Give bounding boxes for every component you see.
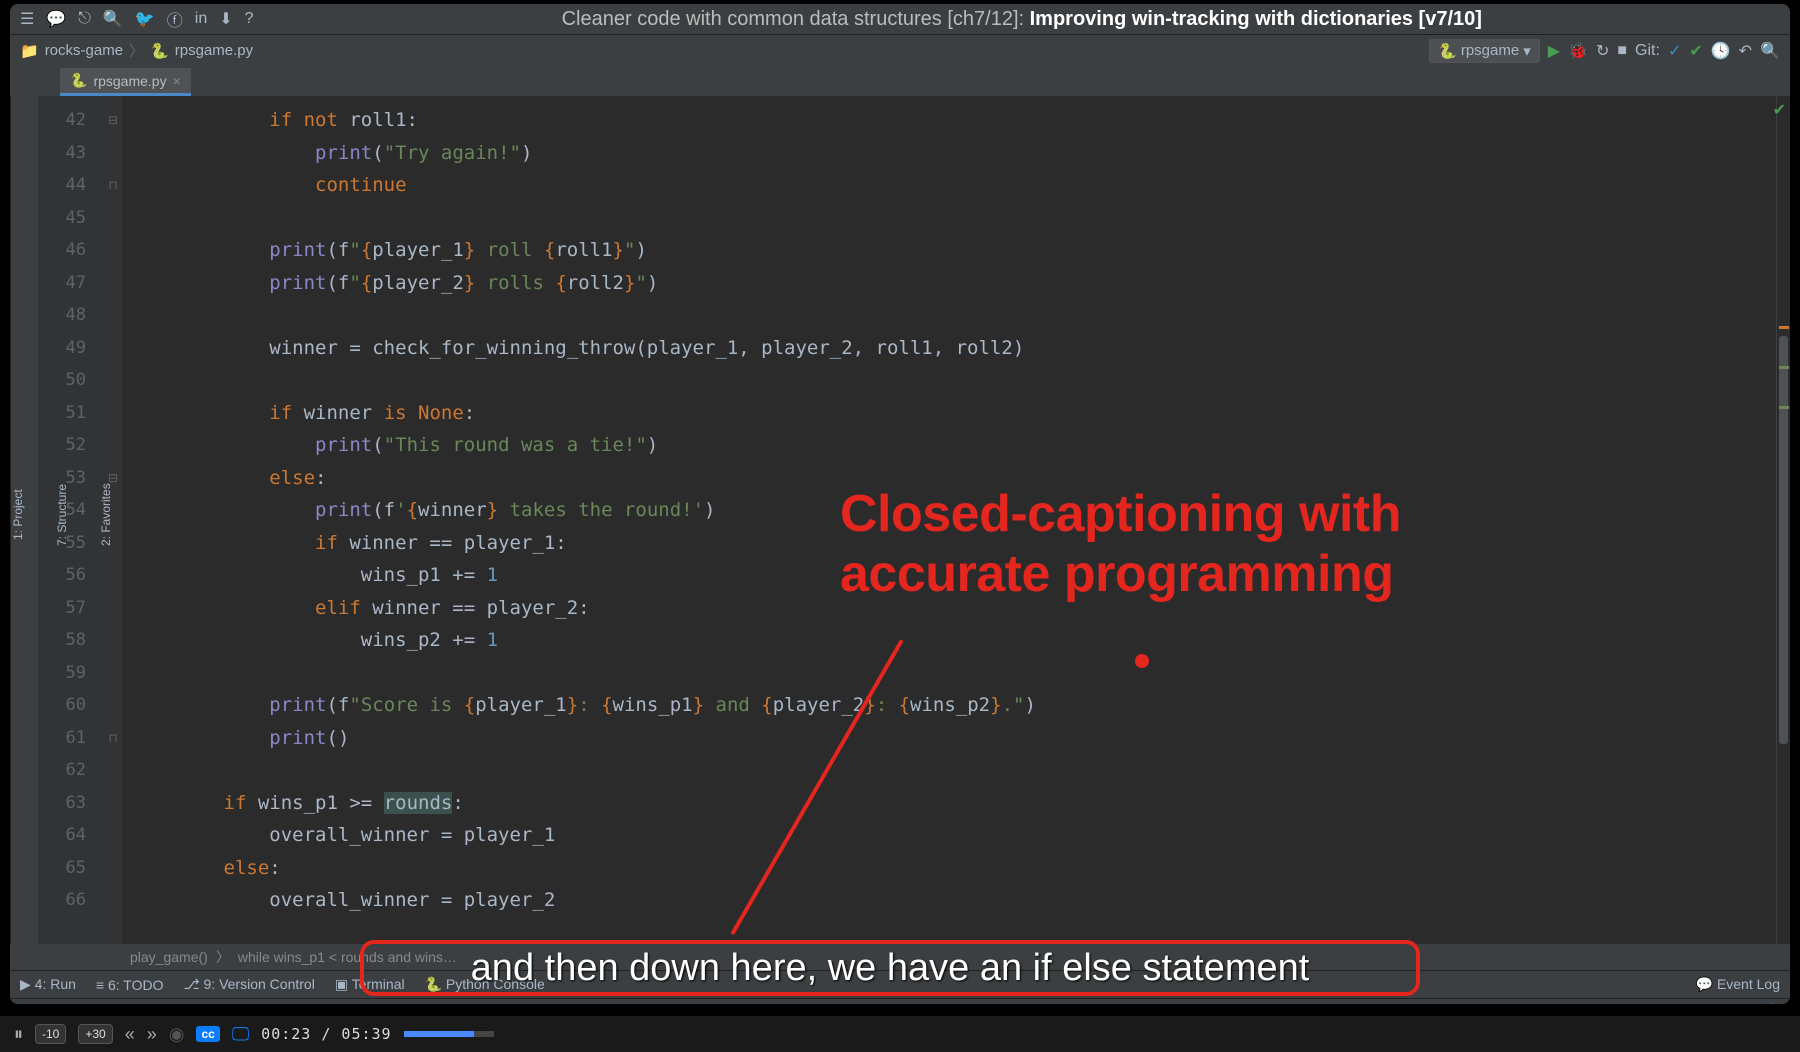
close-icon[interactable]: × bbox=[173, 73, 181, 89]
prev-icon[interactable]: « bbox=[125, 1024, 135, 1045]
twitter-icon[interactable]: 🐦 bbox=[135, 9, 155, 29]
run-icon[interactable]: ▶ bbox=[1548, 41, 1560, 61]
tool-todo[interactable]: ≡ 6: TODO bbox=[96, 977, 164, 993]
chevron-down-icon: ▾ bbox=[1523, 42, 1531, 60]
breadcrumb-folder: rocks-game bbox=[45, 42, 123, 59]
debug-icon[interactable]: 🐞 bbox=[1568, 41, 1588, 61]
help-icon[interactable]: ? bbox=[245, 10, 254, 28]
window-title: Cleaner code with common data structures… bbox=[264, 8, 1780, 31]
pause-icon[interactable]: ⏸ bbox=[14, 1024, 23, 1045]
inspector-icon[interactable]: 👤 bbox=[1763, 1003, 1780, 1004]
video-controls: ⏸ -10 +30 « » ◉ cc 🖵 00:23 / 05:39 bbox=[0, 1016, 1800, 1052]
status-commit-message: 7 files committed: RPS with dictionary bbox=[44, 1004, 278, 1005]
file-tab-rpsgame[interactable]: 🐍 rpsgame.py × bbox=[60, 68, 191, 96]
commit-icon[interactable]: ✔ bbox=[1689, 41, 1702, 61]
annotation-arrow-head bbox=[1135, 654, 1149, 668]
closed-caption: and then down here, we have an if else s… bbox=[360, 940, 1420, 996]
editor-scrollbar[interactable]: ✔ bbox=[1776, 96, 1790, 944]
status-git-branch[interactable]: Git: master bbox=[1568, 1004, 1636, 1005]
nav-bar: 📁 rocks-game 〉 🐍 rpsgame.py 🐍 rpsgame ▾ … bbox=[10, 34, 1790, 66]
rerun-icon[interactable]: ↻ bbox=[1596, 41, 1609, 61]
chevron-right-icon: 〉 bbox=[129, 40, 144, 61]
github-icon[interactable]: ⎋ bbox=[78, 10, 91, 28]
folder-icon: 📁 bbox=[20, 42, 39, 60]
back-10-button[interactable]: -10 bbox=[35, 1024, 66, 1044]
next-icon[interactable]: » bbox=[147, 1024, 157, 1045]
lock-icon[interactable]: 🔒 bbox=[1731, 1003, 1748, 1004]
ide-titlebar: ☰ 💬 ⎋ 🔍 🐦 ⓕ in ⬇ ? Cleaner code with com… bbox=[10, 4, 1790, 34]
linkedin-icon[interactable]: in bbox=[195, 10, 207, 28]
tool-structure[interactable]: 7: Structure bbox=[55, 484, 69, 546]
line-number-gutter[interactable]: 42 43 44 45 46 47 48 49 50 51 52 53 54 5… bbox=[38, 96, 104, 944]
disc-icon[interactable]: ◉ bbox=[169, 1024, 185, 1045]
breadcrumb-file: rpsgame.py bbox=[175, 42, 253, 59]
git-label: Git: bbox=[1635, 42, 1660, 60]
tool-run[interactable]: ▶ 4: Run bbox=[20, 976, 76, 993]
status-interpreter[interactable]: Python 3.7 bbox=[1650, 1004, 1717, 1005]
tool-event-log[interactable]: 💬 Event Log bbox=[1696, 976, 1780, 993]
volume-slider[interactable] bbox=[404, 1031, 494, 1037]
breadcrumb[interactable]: 📁 rocks-game 〉 🐍 rpsgame.py bbox=[20, 40, 1423, 61]
inspection-ok-icon: ✔ bbox=[1773, 100, 1786, 120]
menu-icon[interactable]: ☰ bbox=[20, 9, 34, 29]
download-icon[interactable]: ⬇ bbox=[219, 9, 232, 29]
revert-icon[interactable]: ↶ bbox=[1739, 41, 1752, 61]
left-tool-rail: 1: Project 7: Structure 2: Favorites bbox=[10, 96, 38, 944]
history-icon[interactable]: 🕓 bbox=[1711, 41, 1731, 61]
tool-favorites[interactable]: 2: Favorites bbox=[99, 484, 113, 547]
video-time: 00:23 / 05:39 bbox=[261, 1025, 391, 1043]
cc-button[interactable]: cc bbox=[196, 1026, 219, 1042]
stop-icon[interactable]: ■ bbox=[1617, 42, 1627, 60]
editor-tabs: 🐍 rpsgame.py × bbox=[10, 66, 1790, 96]
python-icon: 🐍 bbox=[70, 72, 87, 89]
status-indent[interactable]: 4 spaces bbox=[1498, 1004, 1554, 1005]
window-list-icon[interactable]: ⧉ bbox=[20, 1003, 30, 1004]
update-icon[interactable]: ✓ bbox=[1668, 41, 1681, 61]
search-icon[interactable]: 🔍 bbox=[103, 9, 123, 29]
titlebar-left-icons: ☰ 💬 ⎋ 🔍 🐦 ⓕ in ⬇ ? bbox=[20, 7, 254, 31]
annotation-text: Closed-captioning with accurate programm… bbox=[840, 485, 1401, 605]
run-config-selector[interactable]: 🐍 rpsgame ▾ bbox=[1429, 39, 1540, 63]
tool-vcs[interactable]: ⎇ 9: Version Control bbox=[183, 976, 314, 993]
status-bar: ⧉ 7 files committed: RPS with dictionary… bbox=[10, 998, 1790, 1004]
search-everywhere-icon[interactable]: 🔍 bbox=[1760, 41, 1780, 61]
python-icon: 🐍 bbox=[150, 42, 169, 60]
forward-30-button[interactable]: +30 bbox=[78, 1024, 112, 1044]
comment-icon[interactable]: 💬 bbox=[46, 9, 66, 29]
facebook-icon[interactable]: ⓕ bbox=[167, 7, 183, 31]
monitor-icon[interactable]: 🖵 bbox=[232, 1024, 249, 1045]
tool-project[interactable]: 1: Project bbox=[11, 490, 25, 541]
python-icon: 🐍 bbox=[1438, 42, 1457, 60]
